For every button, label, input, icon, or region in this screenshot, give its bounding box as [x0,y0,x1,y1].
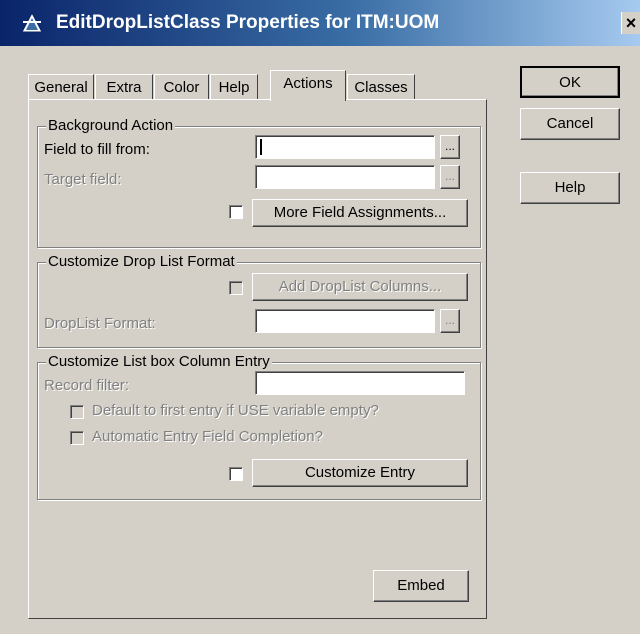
tab-color[interactable]: Color [154,74,209,100]
droplist-format-label: DropList Format: [44,315,156,332]
auto-completion-checkbox[interactable] [70,431,84,445]
customize-entry-button[interactable]: Customize Entry [252,459,468,487]
field-to-fill-label: Field to fill from: [44,141,150,158]
tab-extra[interactable]: Extra [95,74,153,100]
ok-button[interactable]: OK [520,66,620,98]
add-droplist-columns-button[interactable]: Add DropList Columns... [252,273,468,301]
target-field-lookup-button[interactable]: ... [440,165,460,189]
tab-classes[interactable]: Classes [347,74,415,100]
actions-panel: Background Action Field to fill from: ..… [28,99,487,619]
droplist-format-input[interactable] [255,309,435,333]
window-title: EditDropListClass Properties for ITM:UOM [56,12,440,33]
customize-entry-checkbox[interactable] [229,467,243,481]
default-first-entry-checkbox[interactable] [70,405,84,419]
field-to-fill-input[interactable] [255,135,435,159]
tab-general[interactable]: General [28,74,94,100]
listbox-entry-group: Customize List box Column Entry Record f… [37,353,481,500]
title-bar: EditDropListClass Properties for ITM:UOM… [0,0,640,46]
default-first-entry-label: Default to first entry if USE variable e… [92,402,379,419]
tab-help[interactable]: Help [210,74,258,100]
group-title: Customize Drop List Format [46,253,237,270]
record-filter-label: Record filter: [44,377,130,394]
app-icon [21,12,43,33]
embed-button[interactable]: Embed [373,570,469,602]
more-field-assignments-button[interactable]: More Field Assignments... [252,199,468,227]
group-title: Background Action [46,117,176,134]
droplist-format-group: Customize Drop List Format Add DropList … [37,253,481,348]
add-columns-checkbox[interactable] [229,281,243,295]
auto-completion-label: Automatic Entry Field Completion? [92,428,323,445]
target-field-label: Target field: [44,171,122,188]
group-title: Customize List box Column Entry [46,353,272,370]
target-field-input[interactable] [255,165,435,189]
cancel-button[interactable]: Cancel [520,108,620,140]
more-assignments-checkbox[interactable] [229,205,243,219]
help-button[interactable]: Help [520,172,620,204]
tab-actions[interactable]: Actions [270,70,346,101]
record-filter-input[interactable] [255,371,465,395]
properties-dialog: EditDropListClass Properties for ITM:UOM… [0,0,640,634]
field-to-fill-lookup-button[interactable]: ... [440,135,460,159]
background-action-group: Background Action Field to fill from: ..… [37,117,481,248]
droplist-format-lookup-button[interactable]: ... [440,309,460,333]
close-icon[interactable]: × [621,12,640,34]
